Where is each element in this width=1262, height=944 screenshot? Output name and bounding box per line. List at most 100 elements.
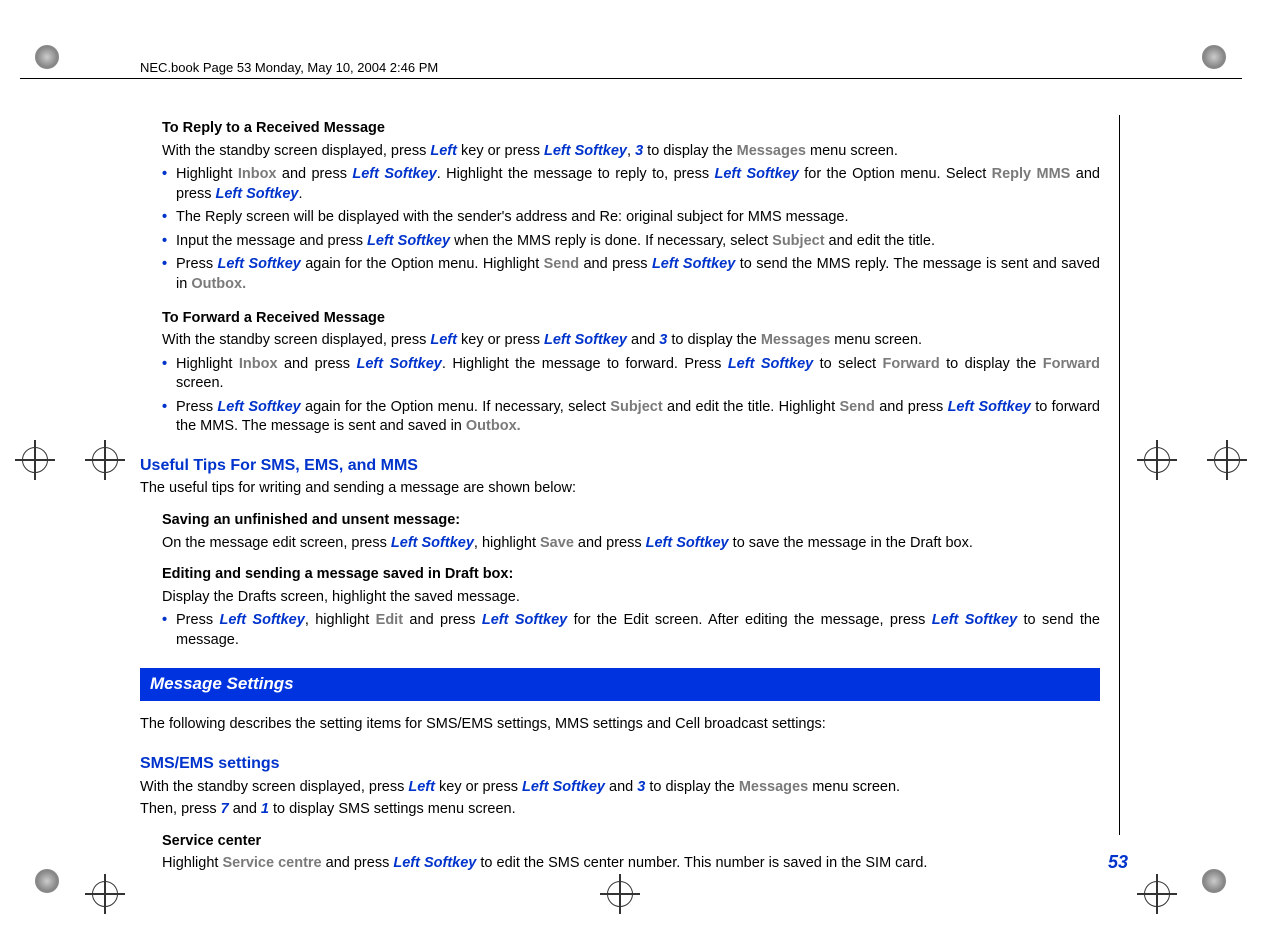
menu-messages: Messages (737, 143, 806, 159)
key-leftsoft: Left Softkey (522, 779, 605, 795)
key-1: 1 (261, 801, 269, 817)
t: and press (875, 399, 948, 415)
page-number: 53 (1108, 850, 1128, 874)
reg-mark-left-outer (15, 440, 55, 480)
t: . (299, 186, 303, 202)
tips-intro: The useful tips for writing and sending … (140, 479, 1100, 499)
crop-mark-br (1202, 869, 1232, 899)
t: , (627, 143, 635, 159)
menu-replymms: Reply MMS (992, 166, 1071, 182)
tips-edit-bullet-1: Press Left Softkey , highlight Edit and p… (162, 611, 1100, 650)
key-leftsoft: Left Softkey (356, 356, 441, 372)
t: to display the (667, 332, 761, 348)
t: Press (176, 612, 219, 628)
key-7: 7 (221, 801, 229, 817)
menu-outbox: Outbox. (191, 276, 246, 292)
reg-mark-left-inner (85, 440, 125, 480)
t: Input the message and press (176, 233, 367, 249)
t: key or press (457, 332, 544, 348)
t: when the MMS reply is done. If necessary… (450, 233, 772, 249)
menu-forward: Forward (882, 356, 939, 372)
t: key or press (457, 143, 544, 159)
menu-save: Save (540, 535, 574, 551)
sms-intro: With the standby screen displayed, press… (140, 778, 1100, 798)
menu-forward: Forward (1043, 356, 1100, 372)
t: to display the (643, 143, 737, 159)
t: , highlight (305, 612, 376, 628)
t: and press (403, 612, 482, 628)
t: With the standby screen displayed, press (140, 779, 408, 795)
tips-save-body: On the message edit screen, press Left S… (162, 534, 1100, 554)
t: Press (176, 256, 217, 272)
menu-messages: Messages (739, 779, 808, 795)
menu-edit: Edit (376, 612, 403, 628)
settings-banner: Message Settings (140, 668, 1100, 701)
tips-edit-title: Editing and sending a message saved in D… (162, 565, 1100, 585)
sms-then: Then, press 7 and 1 to display SMS setti… (140, 800, 1100, 820)
reply-bullet-1: Highlight Inbox and press Left Softkey. … (162, 165, 1100, 204)
t: for the Edit screen. After editing the m… (567, 612, 932, 628)
t: Highlight (162, 855, 222, 871)
t: to edit the SMS center number. This numb… (476, 855, 927, 871)
key-leftsoft: Left Softkey (948, 399, 1031, 415)
key-leftsoft: Left Softkey (217, 399, 300, 415)
service-center-body: Highlight Service centre and press Left … (162, 854, 1100, 874)
tips-edit-intro: Display the Drafts screen, highlight the… (162, 588, 1100, 608)
menu-inbox: Inbox (239, 356, 278, 372)
t: and edit the title. (825, 233, 935, 249)
menu-send: Send (544, 256, 579, 272)
key-leftsoft: Left Softkey (393, 855, 476, 871)
reg-mark-bottom-right (1137, 874, 1177, 914)
forward-intro: With the standby screen displayed, press… (162, 331, 1100, 351)
reply-bullet-4: Press Left Softkey again for the Option … (162, 255, 1100, 294)
t: and (627, 332, 659, 348)
t: On the message edit screen, press (162, 535, 391, 551)
t: and press (574, 535, 646, 551)
menu-subject: Subject (610, 399, 662, 415)
menu-subject: Subject (772, 233, 824, 249)
t: With the standby screen displayed, press (162, 332, 430, 348)
key-3: 3 (635, 143, 643, 159)
t: again for the Option menu. If necessary,… (301, 399, 611, 415)
t: menu screen. (830, 332, 922, 348)
service-center-title: Service center (162, 832, 1100, 852)
t: and (605, 779, 637, 795)
key-left: Left (430, 143, 457, 159)
reply-bullets: Highlight Inbox and press Left Softkey. … (162, 165, 1100, 294)
key-leftsoft: Left Softkey (352, 166, 436, 182)
key-leftsoft: Left Softkey (544, 332, 627, 348)
forward-bullet-1: Highlight Inbox and press Left Softkey. … (162, 355, 1100, 394)
key-leftsoft: Left Softkey (932, 612, 1017, 628)
key-leftsoft: Left Softkey (714, 166, 798, 182)
key-leftsoft: Left Softkey (728, 356, 813, 372)
reg-mark-bottom-left (85, 874, 125, 914)
t: again for the Option menu. Highlight (301, 256, 544, 272)
menu-messages: Messages (761, 332, 830, 348)
t: , highlight (474, 535, 540, 551)
t: to display SMS settings menu screen. (269, 801, 516, 817)
settings-intro: The following describes the setting item… (140, 715, 1100, 735)
menu-inbox: Inbox (238, 166, 277, 182)
menu-send: Send (839, 399, 874, 415)
header-text: NEC.book Page 53 Monday, May 10, 2004 2:… (140, 60, 438, 75)
t: menu screen. (808, 779, 900, 795)
key-leftsoft: Left Softkey (216, 186, 299, 202)
reply-bullet-3: Input the message and press Left Softkey… (162, 232, 1100, 252)
tips-heading: Useful Tips For SMS, EMS, and MMS (140, 455, 1100, 477)
key-left: Left (408, 779, 435, 795)
side-rule (1119, 115, 1120, 835)
t: Highlight (176, 356, 239, 372)
t: and press (277, 166, 353, 182)
t: Highlight (176, 166, 238, 182)
t: Then, press (140, 801, 221, 817)
key-leftsoft: Left Softkey (391, 535, 474, 551)
header-rule (20, 78, 1242, 79)
t: menu screen. (806, 143, 898, 159)
forward-bullet-2: Press Left Softkey again for the Option … (162, 398, 1100, 437)
tips-edit-bullets: Press Left Softkey , highlight Edit and p… (162, 611, 1100, 650)
reply-heading: To Reply to a Received Message (162, 119, 1100, 139)
forward-heading: To Forward a Received Message (162, 309, 1100, 329)
page-body: To Reply to a Received Message With the … (140, 115, 1120, 874)
t: and press (322, 855, 394, 871)
crop-mark-tr (1202, 45, 1232, 75)
